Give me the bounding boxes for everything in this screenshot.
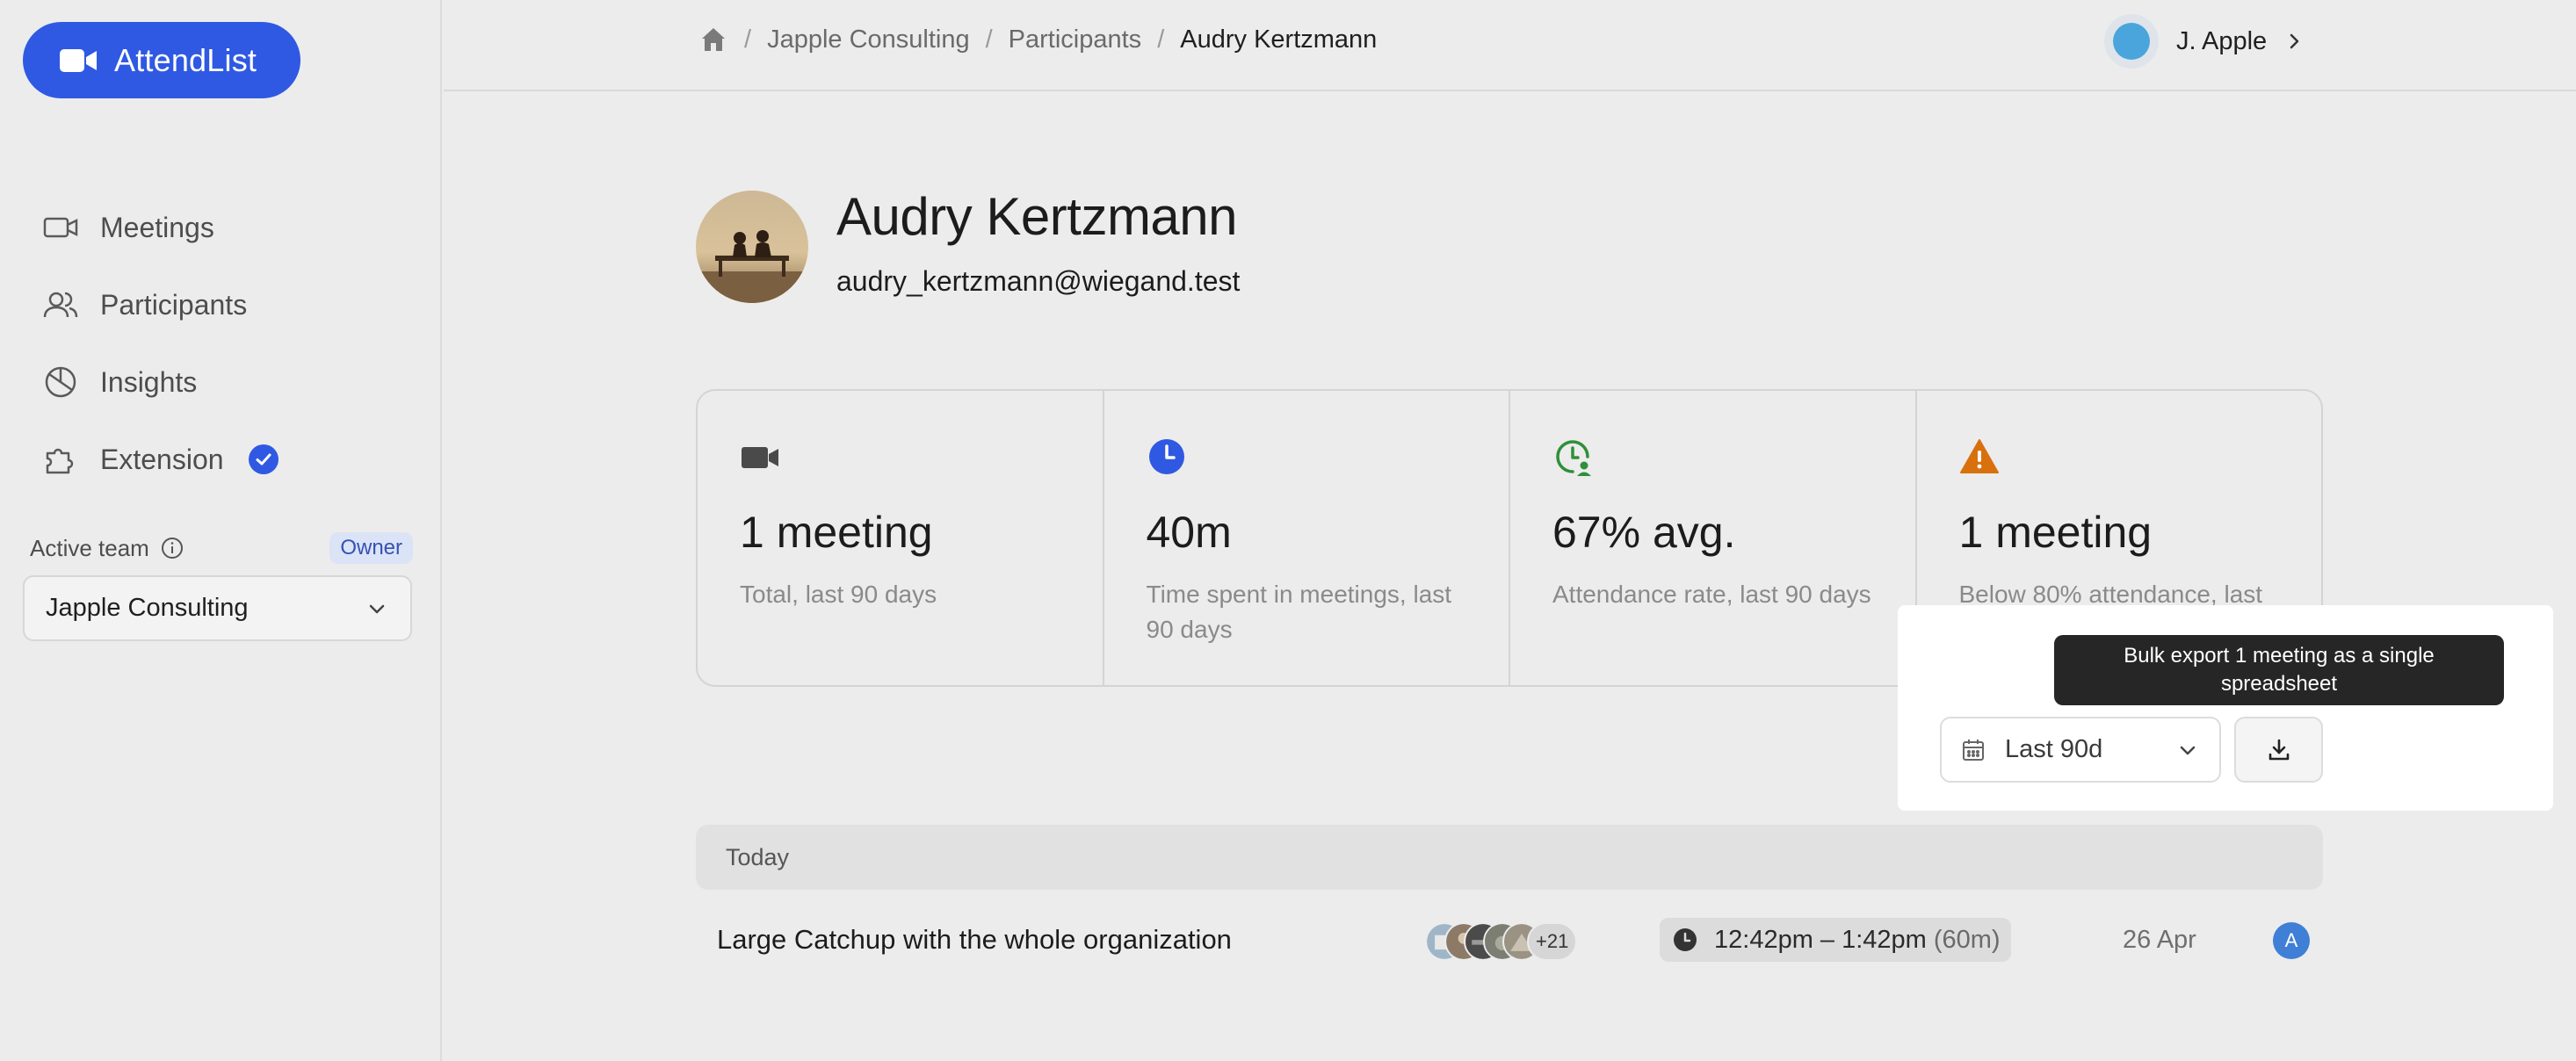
sidebar-item-insights[interactable]: Insights — [42, 343, 279, 421]
sidebar-item-label: Participants — [100, 288, 248, 321]
active-team-header: Active team Owner — [30, 532, 413, 564]
team-select-value: Japple Consulting — [46, 594, 249, 622]
stat-value: 1 meeting — [740, 508, 933, 557]
puzzle-icon — [46, 448, 74, 474]
breadcrumb-separator: / — [1157, 25, 1165, 54]
bulk-export-button[interactable] — [2234, 717, 2323, 783]
meeting-group-header: Today — [696, 825, 2323, 890]
users-icon — [43, 292, 78, 318]
sidebar: AttendList Meetings Participants Insight… — [0, 0, 442, 1061]
owner-badge: Owner — [329, 532, 413, 564]
bulk-export-tooltip: Bulk export 1 meeting as a single spread… — [2054, 635, 2504, 705]
stat-description: Total, last 90 days — [740, 581, 937, 608]
sidebar-item-extension[interactable]: Extension — [42, 421, 279, 498]
video-camera-icon — [60, 48, 97, 72]
app-name: AttendList — [114, 41, 257, 78]
sidebar-item-label: Meetings — [100, 211, 214, 243]
info-icon[interactable] — [160, 536, 185, 560]
clock-person-icon — [1556, 440, 1591, 476]
period-select[interactable]: Last 90d — [1940, 717, 2221, 783]
meeting-row[interactable]: Large Catchup with the whole organizatio… — [696, 905, 2323, 975]
stat-attendance-rate: 67% avg. Attendance rate, last 90 days — [1510, 391, 1917, 685]
chevron-down-icon — [369, 604, 385, 613]
participant-avatar-stack[interactable]: +21 — [1425, 922, 1578, 961]
participant-name: Audry Kertzmann — [836, 187, 1238, 246]
chevron-down-icon — [2180, 746, 2196, 754]
sidebar-item-label: Extension — [100, 443, 224, 475]
stat-total-meetings: 1 meeting Total, last 90 days — [698, 391, 1104, 685]
meeting-title: Large Catchup with the whole organizatio… — [717, 924, 1232, 955]
home-icon[interactable] — [698, 25, 728, 54]
check-circle-icon — [248, 444, 279, 474]
sidebar-item-meetings[interactable]: Meetings — [42, 189, 279, 266]
meeting-duration: (60m) — [1933, 925, 2001, 954]
stat-value: 67% avg. — [1552, 508, 1736, 557]
breadcrumb-participants[interactable]: Participants — [1009, 25, 1142, 54]
stat-description: Time spent in meetings, last 90 days — [1146, 581, 1452, 643]
breadcrumb-separator: / — [985, 25, 993, 54]
period-select-value: Last 90d — [2005, 735, 2103, 763]
meeting-date: 26 Apr — [2123, 926, 2196, 954]
participant-avatar — [696, 191, 808, 303]
user-name: J. Apple — [2176, 26, 2268, 55]
sidebar-nav: Meetings Participants Insights Extension — [42, 189, 279, 498]
video-camera-icon — [742, 447, 778, 468]
top-bar: / Japple Consulting / Participants / Aud… — [444, 0, 2576, 91]
clock-icon — [1674, 928, 1697, 951]
user-avatar — [2104, 14, 2159, 69]
breadcrumb-current: Audry Kertzmann — [1180, 25, 1378, 54]
calendar-icon — [1963, 739, 1984, 761]
stat-value: 40m — [1146, 508, 1232, 557]
sidebar-item-label: Insights — [100, 365, 198, 398]
breadcrumb-team[interactable]: Japple Consulting — [767, 25, 970, 54]
sidebar-item-participants[interactable]: Participants — [42, 266, 279, 343]
warning-icon — [1959, 439, 1999, 473]
video-camera-icon — [43, 217, 78, 238]
active-team-label: Active team — [30, 534, 149, 561]
pie-chart-icon — [45, 366, 76, 398]
stat-time-spent: 40m Time spent in meetings, last 90 days — [1104, 391, 1510, 685]
user-menu[interactable]: J. Apple — [2104, 14, 2305, 69]
breadcrumb-separator: / — [744, 25, 752, 54]
team-select[interactable]: Japple Consulting — [23, 575, 412, 641]
meeting-owner-avatar[interactable]: A — [2273, 922, 2310, 959]
clock-icon — [1148, 439, 1184, 474]
stat-value: 1 meeting — [1958, 508, 2153, 557]
meeting-time-pill: 12:42pm – 1:42pm (60m) — [1660, 918, 2011, 962]
breadcrumb: / Japple Consulting / Participants / Aud… — [698, 25, 1377, 54]
more-participants-count: +21 — [1527, 922, 1578, 961]
download-icon — [2268, 739, 2289, 760]
stat-description: Attendance rate, last 90 days — [1552, 581, 1871, 608]
meeting-time-range: 12:42pm – 1:42pm — [1714, 925, 1927, 954]
chevron-right-icon — [2290, 33, 2299, 49]
participant-email: audry_kertzmann@wiegand.test — [836, 265, 1241, 297]
app-logo-button[interactable]: AttendList — [23, 22, 300, 98]
